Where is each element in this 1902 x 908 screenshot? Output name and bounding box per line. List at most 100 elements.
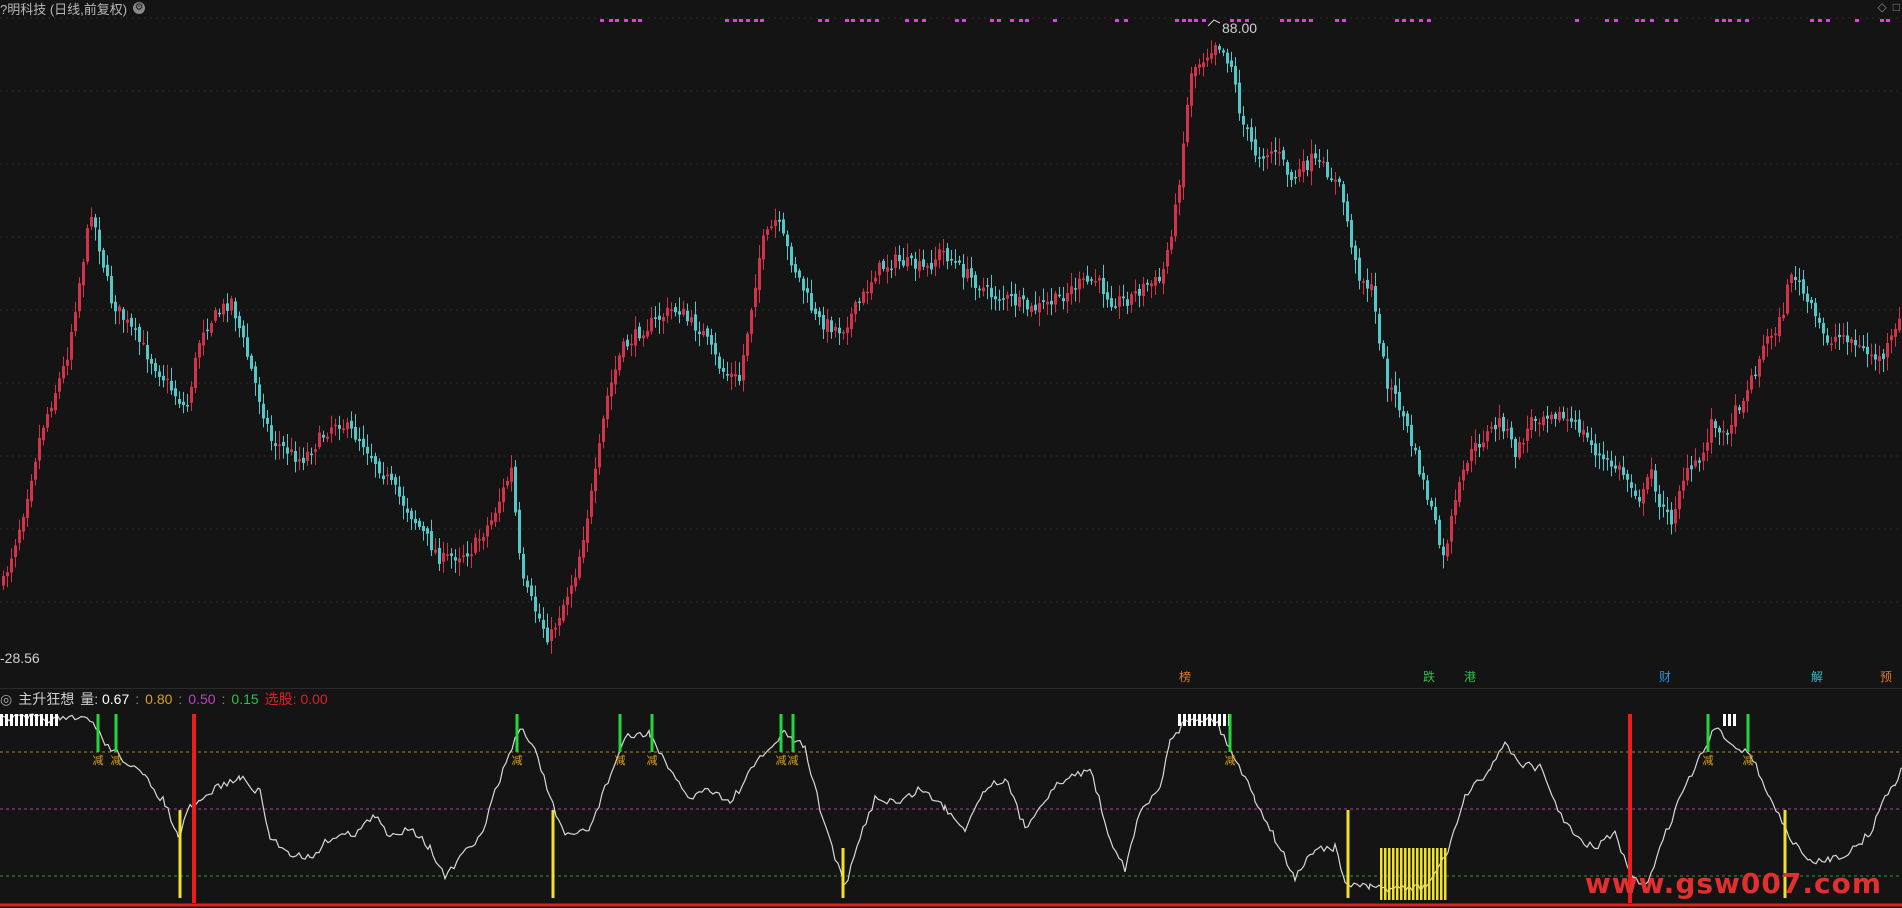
candle: [486, 516, 489, 548]
candle-body: [42, 427, 45, 441]
candle: [294, 441, 297, 473]
candle-body: [846, 327, 849, 333]
candle: [186, 393, 189, 412]
candle: [418, 517, 421, 530]
candle: [1214, 42, 1217, 66]
candle-body: [970, 268, 973, 278]
candle-body: [222, 303, 225, 315]
candle-body: [1498, 418, 1501, 428]
candle: [370, 443, 373, 463]
signal-marker: [746, 19, 750, 22]
candle-body: [290, 449, 293, 453]
candle: [1482, 430, 1485, 452]
candle-body: [182, 401, 185, 405]
candle-body: [1358, 257, 1361, 281]
event-badge[interactable]: 跌: [1421, 669, 1437, 685]
candle-body: [830, 320, 833, 333]
signal-marker: [860, 19, 864, 22]
diamond-icon[interactable]: ◇: [1878, 0, 1887, 14]
candle-body: [1742, 400, 1745, 413]
signal-marker: [1202, 19, 1206, 22]
candle: [1442, 538, 1445, 569]
candle-body: [1314, 153, 1317, 159]
candle: [1186, 96, 1189, 147]
candle: [946, 242, 949, 270]
candle: [1770, 328, 1773, 350]
candle-body: [1370, 284, 1373, 290]
candle: [798, 268, 801, 283]
event-badge[interactable]: 港: [1462, 669, 1478, 685]
event-badge[interactable]: 榜: [1177, 669, 1193, 685]
candle-body: [542, 619, 545, 629]
event-badge[interactable]: 解: [1809, 669, 1825, 685]
candle-body: [1262, 156, 1265, 159]
buy-zone-bar: [1440, 848, 1443, 900]
candle-body: [586, 518, 589, 543]
candle: [750, 307, 753, 343]
candle: [1370, 272, 1373, 297]
candle-body: [842, 331, 845, 334]
signal-marker: [1287, 19, 1291, 22]
candlestick-chart[interactable]: [0, 0, 1902, 688]
candle: [266, 409, 269, 432]
window-icon[interactable]: □: [1893, 0, 1900, 14]
field-separator: :: [135, 691, 140, 707]
buy-zone-bar: [1428, 848, 1431, 900]
candle: [682, 300, 685, 317]
candle-body: [1718, 427, 1721, 433]
candle-body: [1026, 300, 1029, 310]
candle-body: [734, 374, 737, 377]
candle: [1562, 406, 1565, 421]
indicator-toggle-icon[interactable]: ◎: [0, 691, 12, 708]
candle: [918, 248, 921, 279]
candle-body: [982, 287, 985, 292]
signal-marker: [600, 19, 604, 22]
signal-marker: [1886, 19, 1890, 22]
candle: [398, 475, 401, 505]
candle-body: [698, 331, 701, 335]
candle: [638, 322, 641, 341]
candle-body: [1346, 201, 1349, 222]
candle: [1666, 496, 1669, 525]
candle-body: [518, 509, 521, 554]
candle-body: [1830, 343, 1833, 346]
event-badge[interactable]: 预: [1878, 669, 1894, 685]
candle: [1114, 298, 1117, 310]
candle: [562, 599, 565, 623]
candle-body: [10, 558, 13, 573]
candle: [942, 238, 945, 266]
candle-body: [150, 358, 153, 364]
event-badge[interactable]: 财: [1657, 669, 1673, 685]
candle-body: [1858, 345, 1861, 347]
candle-body: [1434, 506, 1437, 521]
candle-body: [1086, 275, 1089, 282]
candle: [858, 297, 861, 311]
candle: [14, 538, 17, 568]
candle-body: [1870, 354, 1873, 357]
candle-body: [662, 316, 665, 322]
gear-icon[interactable]: ⚙: [133, 2, 146, 14]
candle-body: [766, 229, 769, 235]
candle: [1690, 456, 1693, 482]
candle: [1466, 460, 1469, 475]
candle: [642, 330, 645, 347]
candle-body: [678, 311, 681, 315]
candle: [1890, 328, 1893, 354]
candle: [998, 289, 1001, 311]
candle-body: [582, 540, 585, 558]
candle: [1630, 474, 1633, 498]
candle-body: [1582, 429, 1585, 435]
buy-zone-bar: [1420, 848, 1423, 900]
candle: [1314, 144, 1317, 166]
candle-body: [838, 327, 841, 334]
price-high-label: 88.00: [1222, 20, 1257, 36]
candle-body: [874, 277, 877, 282]
candle-body: [1738, 407, 1741, 411]
candle: [1614, 455, 1617, 473]
candle: [1606, 450, 1609, 471]
candle: [1162, 261, 1165, 295]
candle-body: [1054, 293, 1057, 305]
candle-body: [914, 258, 917, 269]
candle: [558, 606, 561, 636]
candle-body: [610, 382, 613, 397]
